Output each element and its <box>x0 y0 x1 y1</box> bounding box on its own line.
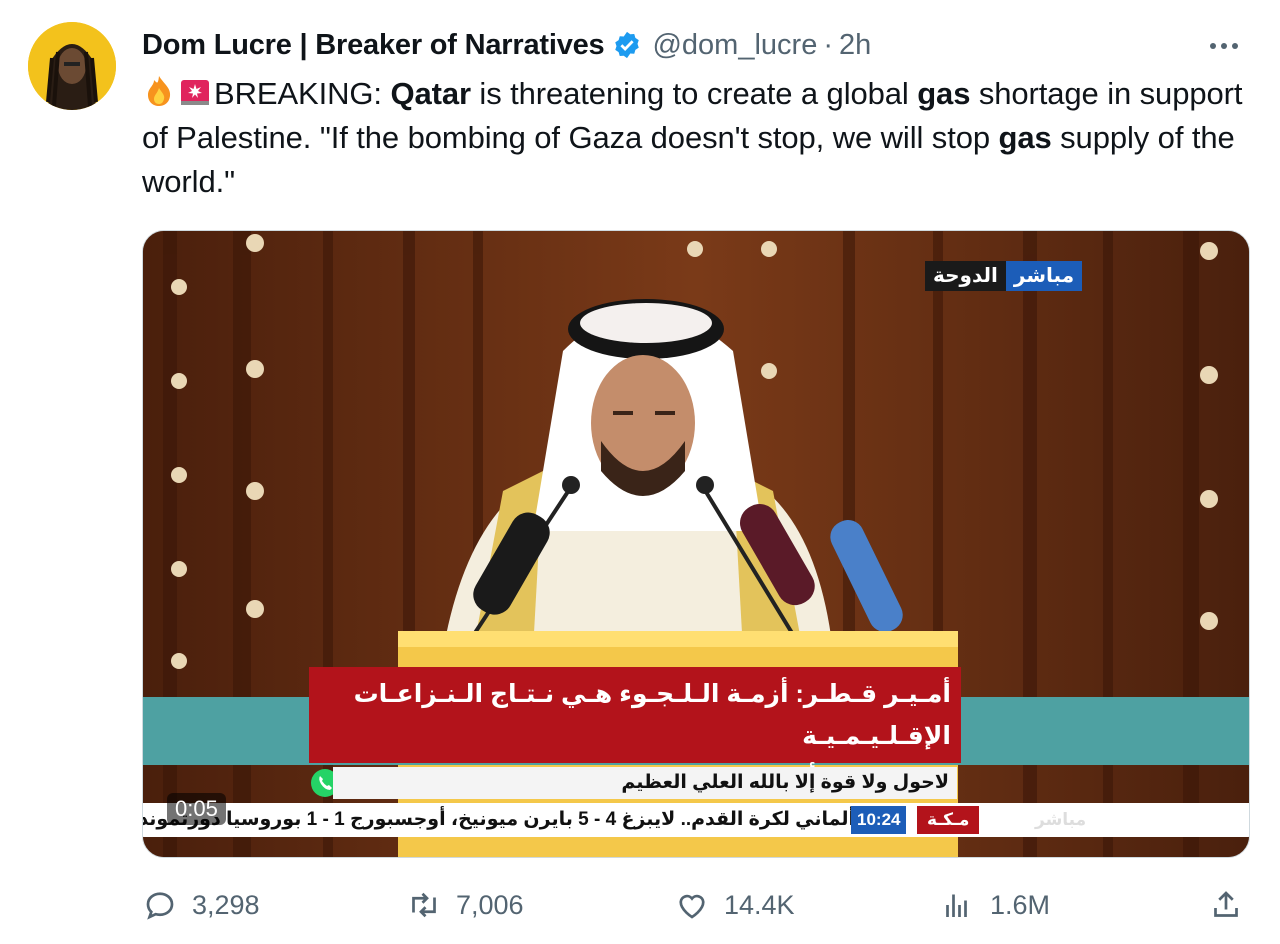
fire-emoji-icon <box>148 76 171 106</box>
share-button[interactable] <box>1208 880 1258 930</box>
tweet-header: Dom Lucre | Breaker of Narratives @dom_l… <box>142 24 871 66</box>
author-handle[interactable]: @dom_lucre <box>652 29 817 62</box>
siren-emoji-icon <box>181 80 209 105</box>
retweet-count: 7,006 <box>456 889 524 920</box>
avatar-image <box>28 22 116 110</box>
text-bold-gas-2: gas <box>998 120 1052 155</box>
reply-icon <box>146 892 174 920</box>
more-icon[interactable] <box>1200 30 1248 62</box>
like-button[interactable]: 14.4K <box>674 880 795 930</box>
text-part-1: BREAKING: <box>214 76 391 111</box>
live-badge-city: الدوحة <box>925 261 1006 291</box>
action-bar: 3,298 7,006 14.4K 1.6M <box>142 880 1252 930</box>
views-icon <box>946 894 967 917</box>
ticker-live-tag: مباشر <box>1035 810 1087 829</box>
like-count: 14.4K <box>724 889 795 920</box>
ticker-city: مـكـة <box>917 806 980 834</box>
separator-dot: · <box>823 28 833 61</box>
headline-line-1: أمـيـر قـطـر: أزمـة الـلـجـوء هـي نـتـاج… <box>353 680 951 750</box>
text-bold-gas-1: gas <box>917 76 971 111</box>
ticker-text: ألماني لكرة القدم.. لايبزغ 4 - 5 بايرن م… <box>143 809 855 830</box>
live-badge: مباشر الدوحة <box>925 261 1083 291</box>
news-ticker: ألماني لكرة القدم.. لايبزغ 4 - 5 بايرن م… <box>143 803 1249 837</box>
retweet-button[interactable]: 7,006 <box>406 880 524 930</box>
live-badge-main: مباشر <box>1005 261 1083 291</box>
tweet-text: BREAKING: Qatar is threatening to create… <box>142 72 1262 204</box>
text-part-2: is threatening to create a global <box>470 76 918 111</box>
news-headline: أمـيـر قـطـر: أزمـة الـلـجـوء هـي نـتـاج… <box>309 667 961 834</box>
share-icon <box>1214 891 1238 917</box>
like-icon <box>679 894 705 919</box>
reply-button[interactable]: 3,298 <box>142 880 260 930</box>
retweet-icon <box>412 892 436 918</box>
views-count: 1.6M <box>990 889 1051 920</box>
views-button[interactable]: 1.6M <box>940 880 1050 930</box>
tweet-time[interactable]: 2h <box>839 29 871 62</box>
author-name[interactable]: Dom Lucre | Breaker of Narratives <box>142 29 605 62</box>
video-player[interactable]: مباشر الدوحة أمـيـر قـطـر: أزمـة الـلـجـ… <box>142 230 1250 858</box>
avatar[interactable] <box>28 22 116 110</box>
news-subline: لاحول ولا قوة إلا بالله العلي العظيم <box>333 767 957 799</box>
ticker-clock: 10:24 <box>851 806 907 834</box>
verified-badge-icon <box>615 31 640 59</box>
text-bold-qatar: Qatar <box>390 76 471 111</box>
reply-count: 3,298 <box>192 889 260 920</box>
video-timestamp: 0:05 <box>167 793 226 825</box>
